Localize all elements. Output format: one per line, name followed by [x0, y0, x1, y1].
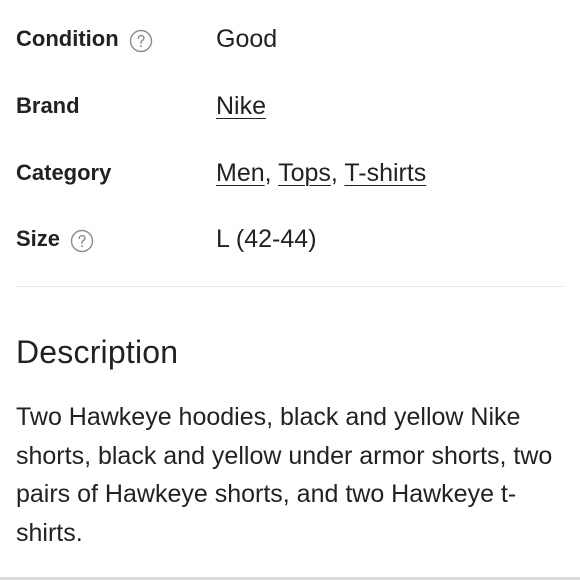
condition-label: Condition	[16, 26, 119, 51]
size-value: L (42-44)	[216, 225, 317, 253]
detail-row-category: Category Men, Tops, T-shirts	[16, 153, 564, 193]
description-heading: Description	[16, 334, 179, 370]
detail-row-size: Size L (42-44)	[16, 219, 564, 259]
question-circle-icon[interactable]	[129, 29, 152, 53]
category-separator: ,	[330, 159, 338, 187]
category-link-men[interactable]: Men	[216, 159, 265, 187]
category-link-t-shirts[interactable]: T-shirts	[344, 159, 426, 187]
category-separator: ,	[264, 159, 272, 187]
question-circle-icon[interactable]	[70, 229, 94, 253]
condition-value: Good	[216, 25, 278, 53]
detail-row-condition: Condition Good	[16, 19, 564, 59]
category-link-tops[interactable]: Tops	[278, 159, 331, 187]
category-label: Category	[16, 160, 112, 185]
description-text: Two Hawkeye hoodies, black and yellow Ni…	[16, 403, 553, 547]
detail-row-brand: Brand Nike	[16, 86, 564, 126]
brand-label: Brand	[16, 93, 80, 118]
size-label: Size	[16, 226, 61, 251]
section-divider	[16, 286, 564, 287]
brand-link[interactable]: Nike	[216, 92, 266, 120]
